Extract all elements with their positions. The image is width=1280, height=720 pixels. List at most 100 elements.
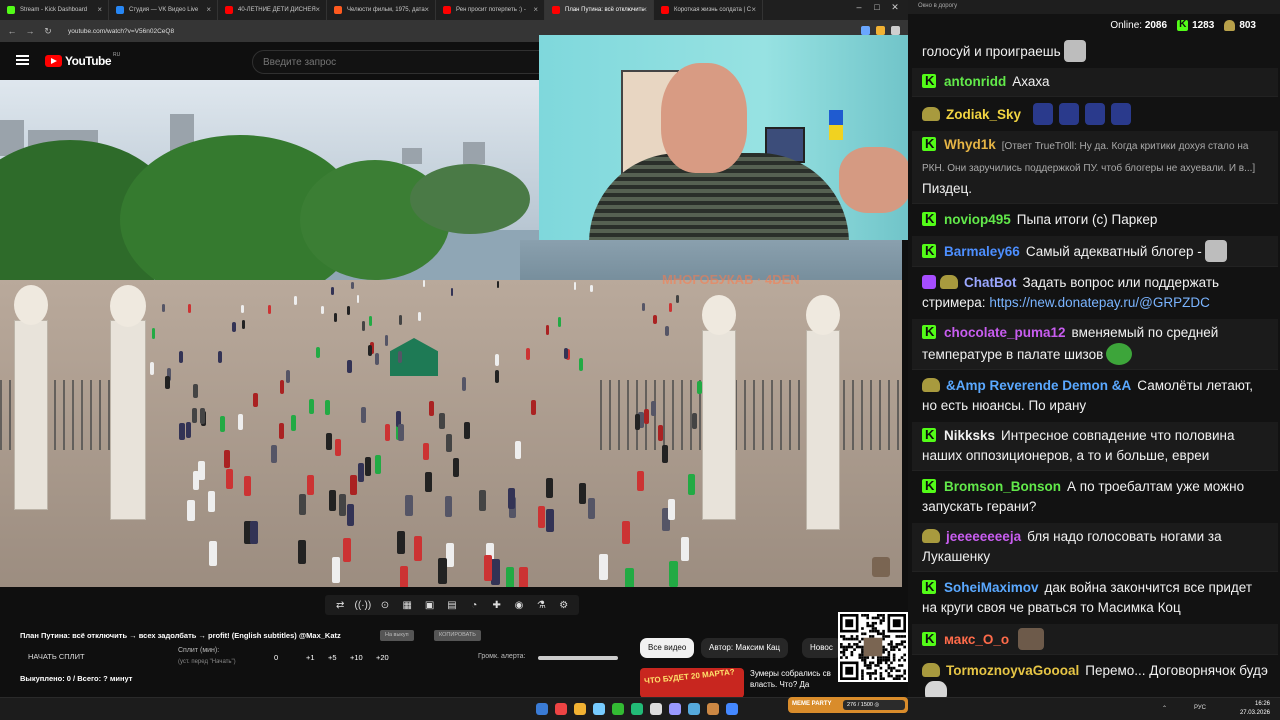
crowd-person [324,399,330,415]
stream-control-icon[interactable]: ▦ [399,600,415,611]
qr-module [871,616,875,620]
webcam-overlay [539,35,915,240]
chat-username[interactable]: noviop495 [944,212,1011,227]
chat-username[interactable]: Barmaley66 [944,244,1020,259]
crowd-person [464,422,470,439]
browser-tab[interactable]: Студия — VK Видео Live × [109,0,218,20]
chat-username[interactable]: chocolate_puma12 [944,325,1066,340]
back-icon[interactable]: ← [6,26,18,36]
tab-close-icon[interactable]: × [206,5,211,14]
reload-icon[interactable]: ↻ [42,26,54,37]
extension-icon[interactable] [891,26,900,35]
chat-message: chocolate_puma12вменяемый по средней тем… [912,319,1278,370]
qr-code [838,612,908,682]
recommended-title[interactable]: Зумеры собрались св власть. Что? Да [750,668,840,690]
stream-control-icon[interactable]: ▣ [422,600,438,611]
stream-control-icon[interactable]: ((·)) [355,600,372,611]
buyout-pill[interactable]: На выкуп [380,630,414,641]
tab-close-icon[interactable]: × [97,5,102,14]
chat-username[interactable]: Nikksks [944,428,995,443]
emote-suit-icon [1111,103,1132,125]
chat-username[interactable]: Zodiak_Sky [946,107,1021,122]
chat-username[interactable]: макс_O_o [944,632,1009,647]
search-input[interactable] [252,50,542,74]
stream-control-icon[interactable]: ▤ [444,600,460,611]
chat-username[interactable]: jeeeeeeeeja [946,529,1021,544]
chat-username[interactable]: &Amp Reverende Demon &A [946,378,1131,393]
browser-tab[interactable]: Короткая жизнь солдата | С × [654,0,763,20]
crowd-person [226,469,233,490]
copy-button[interactable]: КОПИРОВАТЬ [434,630,481,641]
chip-all-videos[interactable]: Все видео [640,638,695,658]
crowd-person [483,555,493,581]
minimize-icon[interactable]: – [852,2,866,12]
alert-volume-slider[interactable] [538,656,618,660]
chip-author[interactable]: Автор: Максим Кац [701,638,789,658]
tab-close-icon[interactable]: × [751,5,756,14]
channel-avatar [872,557,890,577]
qr-code-pattern [840,614,906,680]
browser-tab[interactable]: Рен просит потерпеть :) - × [436,0,545,20]
increment-button[interactable]: +5 [328,653,337,662]
maximize-icon[interactable]: □ [870,2,884,12]
taskbar-app-icon[interactable] [726,703,738,715]
chat-link[interactable]: https://new.donatepay.ru/@GRPZDC [989,295,1210,310]
tab-close-icon[interactable]: × [424,5,429,14]
taskbar-app-icon[interactable] [536,703,548,715]
tray-arrow-icon[interactable]: ⌃ [1162,705,1167,712]
qr-module [850,650,854,654]
taskbar-app-icon[interactable] [593,703,605,715]
recommended-thumbnail[interactable]: ЧТО БУДЕТ 20 МАРТА? [640,668,744,698]
stream-control-icon[interactable]: ⊙ [377,600,393,611]
split-value[interactable]: 0 [274,653,278,662]
chat-messages: голосуй и проиграешь antonridd Ахаха Zodiak… [912,36,1278,697]
menu-icon[interactable] [16,55,29,65]
qr-module [861,658,864,662]
chip-news[interactable]: Новос [802,638,842,658]
youtube-logo[interactable]: YouTube RU [45,52,120,68]
online-count: 2086 [1144,19,1168,31]
chat-username[interactable]: Bromson_Bonson [944,479,1061,494]
increment-button[interactable]: +10 [350,653,363,662]
stream-control-icon[interactable]: ◔ [466,600,482,611]
chat-username[interactable]: ChatBot [964,275,1017,290]
taskbar-app-icon[interactable] [650,703,662,715]
taskbar-app-icon[interactable] [612,703,624,715]
url-text[interactable]: youtube.com/watch?v=V56n02CeQ8 [68,28,174,35]
qr-module [871,672,875,675]
chat-username[interactable]: TormoznoyvaGoooal [946,663,1079,678]
browser-tab[interactable]: Stream - Kick Dashboard × [0,0,109,20]
tab-close-icon[interactable]: × [642,5,647,14]
forward-icon[interactable]: → [24,26,36,36]
stream-control-icon[interactable]: ◉ [511,600,527,611]
start-split-button[interactable]: НАЧАТЬ СПЛИТ [28,652,85,661]
extension-icon[interactable] [861,26,870,35]
tab-close-icon[interactable]: × [533,5,538,14]
stream-control-icon[interactable]: ✚ [489,600,505,611]
chat-username[interactable]: Whyd1k [944,137,996,152]
taskbar-app-icon[interactable] [631,703,643,715]
system-clock[interactable]: 16:26 27.03.2026 [1240,700,1270,718]
browser-tab[interactable]: План Путина: всё отключить × [545,0,654,20]
taskbar-app-icon[interactable] [707,703,719,715]
taskbar-app-icon[interactable] [555,703,567,715]
taskbar-app-icon[interactable] [688,703,700,715]
taskbar-app-icon[interactable] [574,703,586,715]
tab-close-icon[interactable]: × [315,5,320,14]
chat-username[interactable]: antonridd [944,74,1006,89]
extension-icon[interactable] [876,26,885,35]
browser-tab[interactable]: Челюсти фильм, 1975, дата × [327,0,436,20]
qr-module [871,635,875,638]
language-indicator[interactable]: РУС [1194,705,1206,711]
close-window-icon[interactable]: ✕ [888,2,902,13]
qr-module [863,632,867,636]
stream-control-icon[interactable]: ⚙ [556,600,572,611]
increment-button[interactable]: +1 [306,653,315,662]
browser-tab[interactable]: 40-ЛЕТНИЕ ДЕТИ ДИСНЕЯ × [218,0,327,20]
taskbar-app-icon[interactable] [669,703,681,715]
chat-username[interactable]: SoheiMaximov [944,580,1039,595]
stream-control-icon[interactable]: ⇄ [332,600,348,611]
stream-control-icon[interactable]: ⚗ [533,600,549,611]
increment-button[interactable]: +20 [376,653,389,662]
qr-module [842,645,846,649]
